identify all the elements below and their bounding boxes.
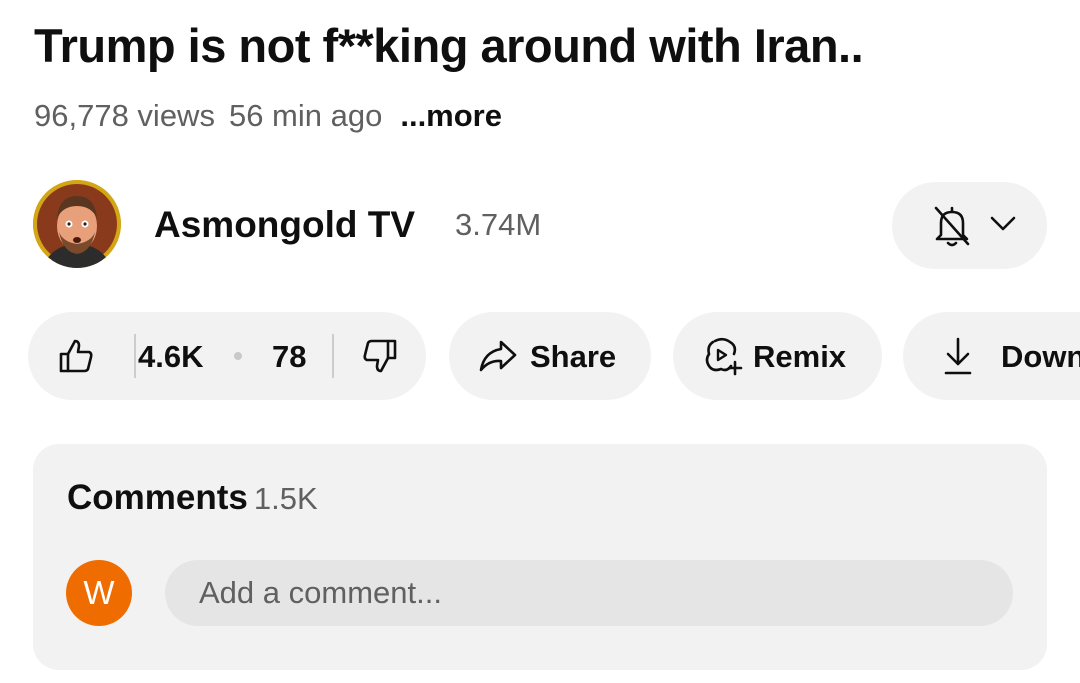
like-dislike-pill: 4.6K 78 <box>28 312 426 400</box>
remix-icon <box>705 337 743 376</box>
comments-section[interactable]: Comments 1.5K W <box>33 444 1047 670</box>
remix-label: Remix <box>753 339 847 374</box>
user-avatar[interactable]: W <box>66 560 132 626</box>
add-comment-input[interactable] <box>165 560 1013 626</box>
video-meta[interactable]: 96,778 views 56 min ago ...more <box>34 98 516 134</box>
thumbs-down-icon[interactable] <box>362 338 398 374</box>
separator-dot <box>234 352 242 360</box>
comments-header: Comments 1.5K <box>67 478 318 518</box>
share-icon <box>479 340 517 372</box>
dislike-count[interactable]: 78 <box>272 339 306 375</box>
comments-label: Comments <box>67 478 248 517</box>
remix-button[interactable]: Remix <box>673 312 882 400</box>
dislike-divider <box>332 334 334 378</box>
more-link[interactable]: ...more <box>400 98 502 133</box>
like-count[interactable]: 4.6K <box>138 339 203 375</box>
notification-button[interactable] <box>892 182 1047 269</box>
comments-count: 1.5K <box>253 481 318 516</box>
channel-avatar[interactable] <box>33 180 121 268</box>
upload-age: 56 min ago <box>228 98 383 133</box>
chevron-down-icon <box>990 216 1016 231</box>
channel-avatar-image <box>33 180 121 268</box>
like-divider <box>134 334 136 378</box>
video-details-panel: Trump is not f**king around with Iran.. … <box>0 0 1080 683</box>
bell-off-icon <box>934 206 970 247</box>
channel-name[interactable]: Asmongold TV <box>154 204 415 246</box>
share-button[interactable]: Share <box>449 312 651 400</box>
view-count: 96,778 views <box>34 98 215 133</box>
download-label: Down <box>1001 339 1080 374</box>
subscriber-count: 3.74M <box>455 207 542 242</box>
video-title[interactable]: Trump is not f**king around with Iran.. <box>34 18 864 73</box>
download-icon <box>944 337 972 375</box>
share-label: Share <box>530 339 617 374</box>
channel-row: Asmongold TV 3.74M <box>0 178 1080 274</box>
thumbs-up-icon[interactable] <box>58 338 94 374</box>
download-button[interactable]: Down <box>903 312 1080 400</box>
